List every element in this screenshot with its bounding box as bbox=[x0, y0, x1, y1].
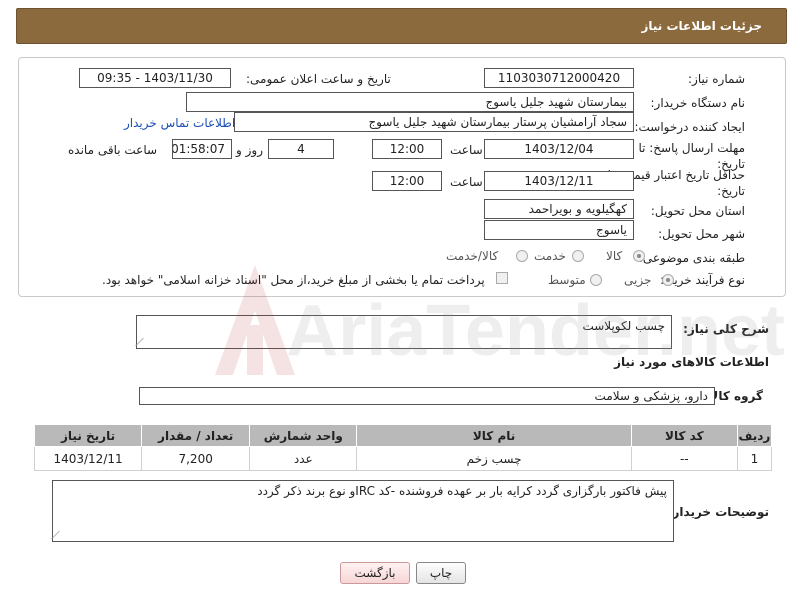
remaining-time-label: ساعت باقی مانده bbox=[68, 143, 158, 157]
reply-deadline-time[interactable]: 12:00 bbox=[372, 139, 442, 159]
requester-label: ایجاد کننده درخواست: bbox=[634, 120, 745, 134]
back-button[interactable]: بازگشت bbox=[340, 562, 410, 584]
col-unit: واحد شمارش bbox=[249, 424, 358, 447]
category-both-radio[interactable] bbox=[516, 250, 528, 262]
goods-table-header: ردیف کد کالا نام کالا واحد شمارش تعداد /… bbox=[33, 424, 773, 447]
category-label: طبقه بندی موضوعی: bbox=[638, 251, 745, 265]
buyer-notes-text: پیش فاکتور بارگزاری گردد کرایه بار بر عه… bbox=[257, 484, 667, 498]
province-field[interactable]: کهگیلویه و بویراحمد bbox=[484, 199, 634, 219]
price-validity-date[interactable]: 1403/12/11 bbox=[484, 171, 634, 191]
summary-text: چسب لکوپلاست bbox=[582, 319, 665, 333]
col-need-date: تاریخ نیاز bbox=[33, 424, 143, 447]
category-both-label: کالا/خدمت bbox=[446, 249, 499, 263]
buyer-org-field[interactable]: بیمارستان شهید جلیل یاسوج bbox=[186, 92, 634, 112]
treasury-payment-note: پرداخت تمام یا بخشی از مبلغ خرید،از محل … bbox=[102, 273, 485, 287]
page-header: جزئیات اطلاعات نیاز bbox=[16, 8, 787, 44]
cell-goods-name: چسب زخم bbox=[356, 446, 632, 471]
remaining-time-field[interactable]: 01:58:07 bbox=[172, 139, 232, 159]
price-time-label: ساعت bbox=[450, 175, 483, 189]
goods-group-field[interactable]: دارو، پزشکی و سلامت bbox=[139, 387, 715, 405]
category-service-radio[interactable] bbox=[572, 250, 584, 262]
reply-time-label: ساعت bbox=[450, 143, 483, 157]
buyer-contact-link[interactable]: اطلاعات تماس خریدار bbox=[124, 116, 235, 130]
purchase-medium-radio[interactable] bbox=[590, 274, 602, 286]
purchase-medium-label: متوسط bbox=[548, 273, 586, 287]
cell-row-number: 1 bbox=[736, 446, 773, 471]
category-goods-radio[interactable] bbox=[633, 250, 645, 262]
goods-table: ردیف کد کالا نام کالا واحد شمارش تعداد /… bbox=[33, 424, 773, 471]
col-quantity: تعداد / مقدار bbox=[141, 424, 251, 447]
table-row[interactable]: 1 -- چسب زخم عدد 7,200 1403/12/11 bbox=[33, 446, 773, 471]
summary-field[interactable]: چسب لکوپلاست bbox=[135, 315, 672, 349]
treasury-payment-checkbox[interactable] bbox=[496, 272, 508, 284]
buyer-notes-label: توضیحات خریدار: bbox=[667, 505, 769, 519]
page-title: جزئیات اطلاعات نیاز bbox=[641, 19, 762, 33]
cell-unit: عدد bbox=[249, 446, 358, 471]
resize-grip[interactable] bbox=[135, 338, 151, 346]
reply-days-label: روز و bbox=[236, 143, 263, 157]
resize-grip[interactable] bbox=[51, 531, 67, 539]
goods-section-title: اطلاعات کالاهای مورد نیاز bbox=[614, 355, 769, 369]
reply-deadline-date[interactable]: 1403/12/04 bbox=[484, 139, 634, 159]
province-label: استان محل تحویل: bbox=[650, 204, 745, 218]
category-goods-label: کالا bbox=[606, 249, 623, 263]
col-row-number: ردیف bbox=[736, 424, 773, 447]
announce-datetime-label: تاریخ و ساعت اعلان عمومی: bbox=[246, 72, 391, 86]
purchase-small-radio[interactable] bbox=[662, 274, 674, 286]
summary-label: شرح کلی نیاز: bbox=[683, 322, 769, 336]
col-goods-code: کد کالا bbox=[630, 424, 738, 447]
cell-quantity: 7,200 bbox=[141, 446, 251, 471]
buyer-notes-field[interactable]: پیش فاکتور بارگزاری گردد کرایه بار بر عه… bbox=[51, 480, 674, 542]
announce-datetime-field[interactable]: 1403/11/30 - 09:35 bbox=[79, 68, 231, 88]
buyer-org-label: نام دستگاه خریدار: bbox=[650, 96, 746, 110]
cell-need-date: 1403/12/11 bbox=[33, 446, 143, 471]
reply-days-field[interactable]: 4 bbox=[268, 139, 334, 159]
price-validity-time[interactable]: 12:00 bbox=[372, 171, 442, 191]
need-number-field[interactable]: 1103030712000420 bbox=[484, 68, 634, 88]
purchase-small-label: جزیی bbox=[624, 273, 652, 287]
cell-goods-code: -- bbox=[630, 446, 738, 471]
city-field[interactable]: یاسوج bbox=[484, 220, 634, 240]
col-goods-name: نام کالا bbox=[356, 424, 632, 447]
city-label: شهر محل تحویل: bbox=[658, 227, 745, 241]
need-number-label: شماره نیاز: bbox=[688, 72, 745, 86]
category-service-label: خدمت bbox=[534, 249, 566, 263]
print-button[interactable]: چاپ bbox=[416, 562, 466, 584]
requester-field[interactable]: سجاد آرامشیان پرستار بیمارستان شهید جلیل… bbox=[234, 112, 634, 132]
